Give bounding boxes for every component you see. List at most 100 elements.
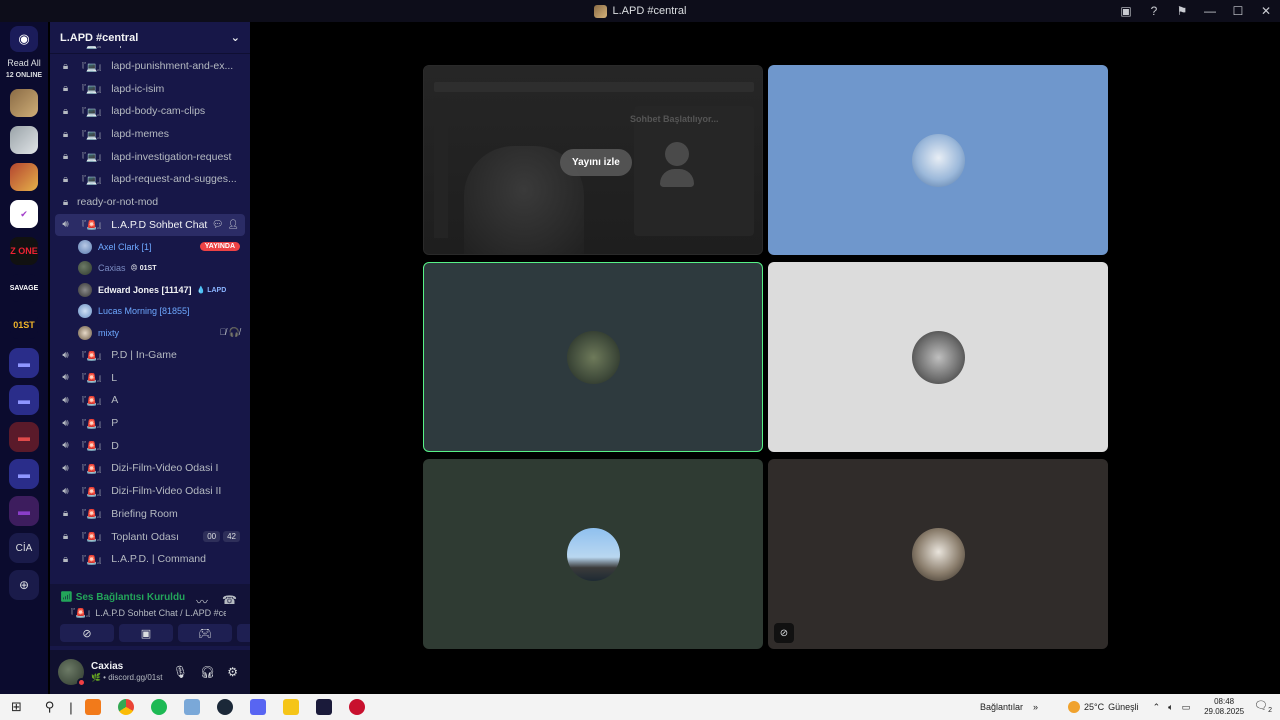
voice-channel-item[interactable]: 🔊︎ 『🚨』 A — [50, 389, 250, 412]
channel-item[interactable]: 🔒︎『💻』lapd-rules — [50, 46, 250, 55]
voice-stage: Sohbet Başlatılıyor... Yayını izle ⊘ — [250, 22, 1280, 694]
app-icon-2[interactable] — [175, 694, 208, 720]
voice-channel-item[interactable]: 🔊︎ 『🚨』 P.D | In-Game — [50, 344, 250, 367]
voice-channel-item[interactable]: 🔊︎ 『🚨』 D — [50, 434, 250, 457]
discord-home-button[interactable]: ◉ — [10, 26, 38, 52]
server-cia[interactable]: CİA — [9, 533, 39, 563]
voice-user[interactable]: Axel Clark [1] YAYINDA — [50, 236, 250, 258]
chevron-up-icon[interactable]: ⌃ — [1153, 702, 1161, 713]
muted-deafened-icon: 🎙̸ 🎧̸ — [219, 327, 240, 338]
participant-tile-speaking[interactable] — [423, 262, 763, 452]
server-folder-3[interactable]: ▬ — [9, 422, 39, 452]
network-icon[interactable]: ▭ — [1182, 702, 1191, 713]
app-icon-3[interactable] — [274, 694, 307, 720]
voice-channel-item[interactable]: 🔊︎ 『🚨』 L — [50, 366, 250, 389]
username: Caxias — [91, 661, 124, 672]
close-button[interactable]: ✕ — [1252, 4, 1280, 18]
voice-user[interactable]: Edward Jones [11147] 💧 LAPD — [50, 279, 250, 301]
voice-channel-item[interactable]: 🔊︎ 『🚨』 Dizi-Film-Video Odasi II — [50, 480, 250, 503]
speaker-icon: 🔊︎ — [62, 440, 69, 452]
channel-item[interactable]: 🔒︎ 『💻』 lapd-request-and-sugges... — [50, 168, 250, 191]
participant-tile[interactable] — [768, 65, 1108, 255]
lock-icon: 🔒︎ — [62, 173, 69, 185]
add-server-button[interactable]: ⊕ — [9, 570, 39, 600]
weather-widget[interactable]: 25°C Güneşli — [1067, 701, 1139, 713]
lock-icon: 🔒︎ — [62, 60, 69, 72]
headphones-icon[interactable]: 🎧︎ — [200, 665, 215, 679]
user-limit: 42 — [223, 531, 240, 543]
lock-icon: 🔒︎ — [59, 46, 72, 49]
chat-bubble-icon[interactable]: 💬︎ — [212, 219, 223, 230]
add-member-icon[interactable]: 👤︎ — [228, 219, 239, 230]
server-3[interactable] — [10, 163, 38, 191]
steam-icon[interactable] — [208, 694, 241, 720]
spotify-icon[interactable] — [142, 694, 175, 720]
voice-channel-item[interactable]: 🔒︎ 『🚨』 Toplantı Odası 00 42 — [50, 525, 250, 548]
server-2[interactable] — [10, 126, 38, 154]
divider: | — [69, 699, 73, 715]
noise-suppression-icon[interactable]: 〰 — [196, 593, 208, 610]
channel-item[interactable]: 🔒︎ 『💻』 lapd-investigation-request — [50, 145, 250, 168]
camera-off-button[interactable]: ⊘ — [60, 624, 114, 642]
members-icon[interactable]: ⚑ — [1168, 0, 1196, 22]
participant-tile[interactable] — [768, 262, 1108, 452]
server-01st[interactable]: 01ST — [10, 311, 38, 339]
chrome-icon[interactable] — [109, 694, 142, 720]
channel-item[interactable]: 🔒︎ 『💻』 lapd-punishment-and-ex... — [50, 55, 250, 78]
channel-item[interactable]: 🔒︎ ready-or-not-mod — [50, 191, 250, 214]
help-icon[interactable]: ? — [1140, 0, 1168, 22]
server-folder-5[interactable]: ▬ — [9, 496, 39, 526]
app-icon-4[interactable] — [307, 694, 340, 720]
server-folder-2[interactable]: ▬ — [9, 385, 39, 415]
inbox-icon[interactable]: ▣ — [1112, 0, 1140, 22]
speaker-icon: 🔊︎ — [62, 349, 69, 361]
server-4[interactable]: ✔ — [10, 200, 38, 228]
server-savage[interactable]: SAVAGE — [10, 274, 38, 302]
channel-item[interactable]: 🔒︎ 『💻』 lapd-ic-isim — [50, 77, 250, 100]
stream-tile[interactable]: Sohbet Başlatılıyor... Yayını izle — [423, 65, 763, 255]
voice-channel-item[interactable]: 🔊︎ 『🚨』 P — [50, 412, 250, 435]
server-name: L.APD #central — [60, 31, 139, 44]
windows-taskbar: ⊞ ⚲ | Bağlantılar » 25°C Güneşli ⌃ 🔈︎ ▭ … — [0, 694, 1280, 720]
voice-channel-item[interactable]: 🔒︎ 『🚨』 L.A.P.D. | Command — [50, 548, 250, 571]
app-icon-1[interactable] — [76, 694, 109, 720]
voice-user[interactable]: Lucas Morning [81855] — [50, 301, 250, 323]
voice-channel-item[interactable]: 🔊︎ 『🚨』 Dizi-Film-Video Odasi I — [50, 457, 250, 480]
microphone-icon[interactable]: 🎙︎ — [173, 665, 188, 679]
gear-icon[interactable]: ⚙ — [227, 665, 238, 679]
search-icon[interactable]: ⚲ — [33, 694, 66, 720]
connections-label[interactable]: Bağlantılar — [980, 702, 1023, 712]
voice-status[interactable]: Ses Bağlantısı Kuruldu — [76, 592, 185, 603]
avatar[interactable] — [58, 659, 86, 687]
start-icon[interactable]: ⊞ — [0, 694, 33, 720]
participant-tile[interactable] — [423, 459, 763, 649]
watch-stream-button[interactable]: Yayını izle — [560, 149, 632, 176]
server-folder-1[interactable]: ▬ — [9, 348, 39, 378]
voice-channel-item[interactable]: 🔒︎ 『🚨』 Briefing Room — [50, 503, 250, 526]
voice-user[interactable]: mixty 🎙̸ 🎧̸ — [50, 322, 250, 344]
voice-user[interactable]: Caxias 😠 01ST — [50, 258, 250, 280]
read-all-button[interactable]: Read All — [7, 58, 41, 68]
minimize-button[interactable]: — — [1196, 4, 1224, 18]
app-icon-5[interactable] — [340, 694, 373, 720]
discord-icon[interactable] — [241, 694, 274, 720]
maximize-button[interactable]: ☐ — [1224, 4, 1252, 18]
lock-icon: 🔒︎ — [62, 508, 69, 520]
activities-button[interactable]: 🎮︎ — [178, 624, 232, 642]
stream-overlay-text: Sohbet Başlatılıyor... — [630, 114, 719, 124]
server-zone[interactable]: Z ONE — [10, 237, 38, 265]
channel-item[interactable]: 🔒︎ 『💻』 lapd-body-cam-clips — [50, 100, 250, 123]
server-folder-4[interactable]: ▬ — [9, 459, 39, 489]
active-voice-channel[interactable]: 🔊︎ 『🚨』 L.A.P.D Sohbet Chat 💬︎ 👤︎ — [55, 213, 245, 237]
server-lapd[interactable] — [10, 89, 38, 117]
participant-tile[interactable]: ⊘ — [768, 459, 1108, 649]
volume-icon[interactable]: 🔈︎ — [1168, 702, 1173, 713]
channel-item[interactable]: 🔒︎ 『💻』 lapd-memes — [50, 123, 250, 146]
chevron-right-icon[interactable]: » — [1033, 702, 1038, 712]
speaker-icon: 🔊︎ — [62, 485, 69, 497]
disconnect-icon[interactable]: ☎ — [222, 593, 237, 607]
speaker-icon: 🔊︎ — [62, 372, 69, 384]
notification-icon[interactable]: 🗨︎2 — [1254, 699, 1272, 714]
screen-share-button[interactable]: ▣ — [119, 624, 173, 642]
clock[interactable]: 08:48 29.08.2025 — [1204, 697, 1244, 717]
